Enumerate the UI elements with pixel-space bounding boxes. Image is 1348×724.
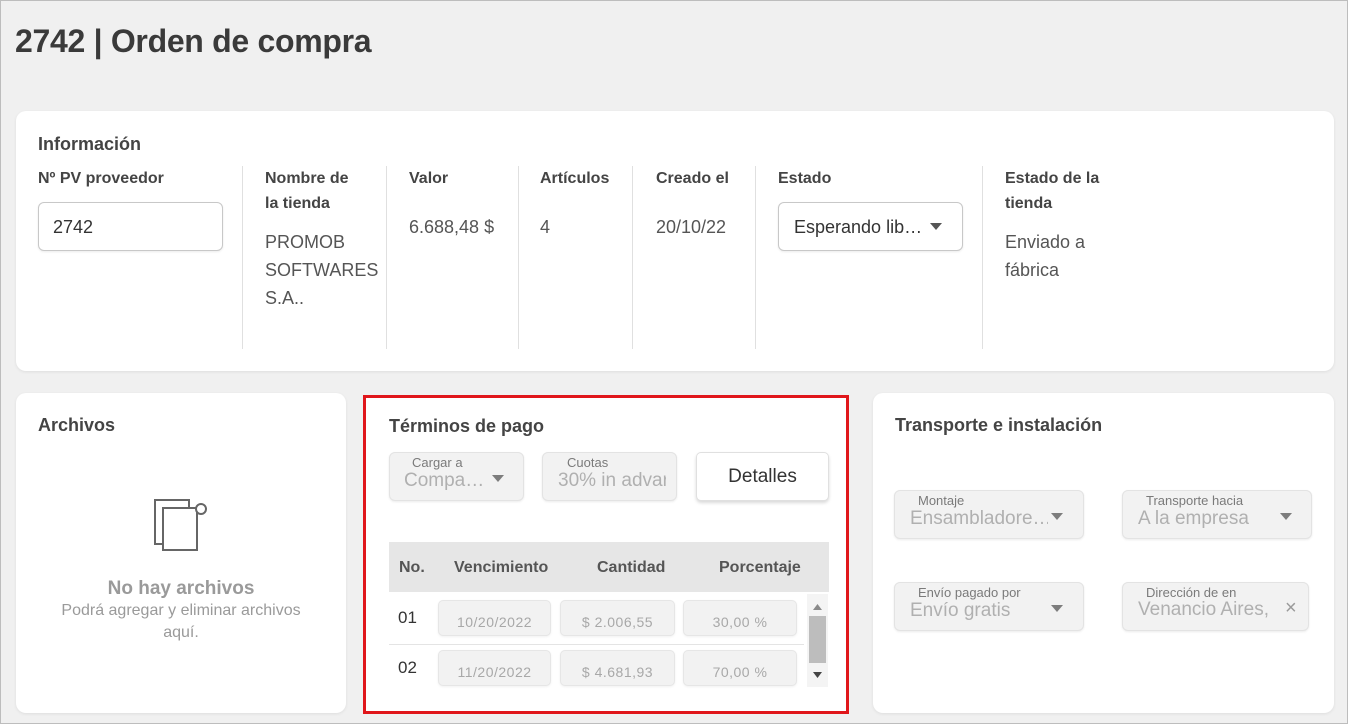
transport-to-label: Transporte hacia — [1146, 493, 1244, 508]
files-card: Archivos No hay archivos Podrá agregar y… — [16, 393, 346, 713]
transport-to-value: A la empresa — [1138, 508, 1249, 529]
row-number: 01 — [398, 608, 417, 627]
chevron-down-icon — [1051, 513, 1063, 520]
percent-field[interactable]: 70,00 % — [683, 650, 797, 686]
empty-files-subtitle-line2: aquí. — [163, 624, 199, 641]
divider — [386, 166, 387, 349]
store-name-value-2: SOFTWARES — [265, 260, 379, 280]
articles-column: Artículos 4 — [540, 166, 609, 349]
address-value: Venancio Aires, — [1138, 599, 1268, 620]
supplier-pv-input[interactable]: 2742 — [38, 202, 223, 251]
supplier-pv-label: Nº PV proveedor — [38, 170, 164, 187]
files-title: Archivos — [38, 415, 116, 435]
created-column: Creado el 20/10/22 — [656, 166, 729, 349]
empty-files-subtitle-line1: Podrá agregar y eliminar archivos — [61, 602, 301, 619]
status-select-value: Esperando lib… — [794, 217, 923, 237]
store-name-value-3: S.A.. — [265, 288, 305, 308]
due-date-field[interactable]: 10/20/2022 — [438, 600, 551, 636]
chevron-down-icon — [930, 223, 942, 230]
column-header-amount: Cantidad — [597, 559, 666, 576]
store-status-label-2: tienda — [1005, 195, 1053, 212]
payment-terms-title: Términos de pago — [389, 416, 545, 436]
column-header-percent: Porcentaje — [719, 559, 801, 576]
divider — [632, 166, 633, 349]
divider — [242, 166, 243, 349]
status-label: Estado — [778, 170, 832, 187]
store-status-label-1: Estado de la — [1005, 170, 1100, 187]
divider — [755, 166, 756, 349]
status-column: Estado — [778, 166, 831, 349]
store-status-value-2: fábrica — [1005, 260, 1060, 280]
column-header-no: No. — [399, 559, 425, 576]
charge-to-select[interactable]: Cargar a Compa… — [389, 452, 524, 501]
chevron-down-icon — [492, 475, 504, 482]
store-status-value-1: Enviado a — [1005, 232, 1086, 252]
amount-column: Valor 6.688,48 $ — [409, 166, 494, 349]
store-name-label-1: Nombre de — [265, 170, 349, 187]
information-title: Información — [38, 134, 142, 154]
empty-files-title: No hay archivos — [107, 578, 255, 599]
clear-icon[interactable]: × — [1285, 597, 1297, 620]
supplier-pv-column: Nº PV proveedor — [38, 166, 164, 349]
installments-table-header: No. Vencimiento Cantidad Porcentaje — [389, 542, 829, 592]
created-label: Creado el — [656, 170, 729, 187]
column-header-due: Vencimiento — [454, 559, 549, 576]
store-status-column: Estado de la tienda Enviado a fábrica — [1005, 166, 1099, 349]
assembly-select[interactable]: Montaje Ensambladore… — [894, 490, 1084, 539]
transport-title: Transporte e instalación — [895, 415, 1103, 435]
amount-field[interactable]: $ 2.006,55 — [560, 600, 675, 636]
information-card: Información Nº PV proveedor 2742 Nombre … — [16, 111, 1334, 371]
assembly-label: Montaje — [918, 493, 965, 508]
store-name-value-1: PROMOB — [265, 232, 346, 252]
created-value: 20/10/22 — [656, 217, 727, 237]
installments-value: 30% in advar — [558, 470, 666, 491]
address-label: Dirección de en — [1146, 585, 1237, 600]
table-scrollbar[interactable] — [807, 594, 828, 687]
amount-label: Valor — [409, 170, 449, 187]
shipping-paid-by-select[interactable]: Envío pagado por Envío gratis — [894, 582, 1084, 631]
chevron-down-icon — [1280, 513, 1292, 520]
divider — [518, 166, 519, 349]
transport-card: Transporte e instalación — [873, 393, 1334, 713]
chevron-down-icon — [1051, 605, 1063, 612]
scrollbar-graphic — [809, 604, 826, 678]
assembly-value: Ensambladore… — [910, 508, 1048, 529]
empty-files-subtitle: Podrá agregar y eliminar archivos aquí. — [46, 600, 316, 644]
percent-field[interactable]: 30,00 % — [683, 600, 797, 636]
row-divider — [389, 644, 804, 645]
amount-field[interactable]: $ 4.681,93 — [560, 650, 675, 686]
address-field[interactable]: Dirección de en Venancio Aires, × — [1122, 582, 1309, 631]
charge-to-label: Cargar a — [412, 455, 463, 470]
articles-value: 4 — [540, 217, 551, 237]
installments-field[interactable]: Cuotas 30% in advar — [542, 452, 677, 501]
charge-to-value: Compa… — [404, 470, 484, 491]
transport-to-select[interactable]: Transporte hacia A la empresa — [1122, 490, 1312, 539]
installments-label: Cuotas — [567, 455, 609, 470]
store-name-column: Nombre de la tienda PROMOB SOFTWARES S.A… — [265, 166, 378, 349]
amount-value: 6.688,48 $ — [409, 217, 495, 237]
status-select[interactable]: Esperando lib… — [778, 202, 963, 251]
shipping-paid-by-label: Envío pagado por — [918, 585, 1021, 600]
due-date-field[interactable]: 11/20/2022 — [438, 650, 551, 686]
articles-label: Artículos — [540, 170, 610, 187]
store-name-label-2: la tienda — [265, 195, 330, 212]
details-button[interactable]: Detalles — [696, 452, 829, 501]
row-number: 02 — [398, 658, 417, 677]
page-title: 2742 | Orden de compra — [15, 23, 372, 59]
shipping-paid-by-value: Envío gratis — [910, 600, 1011, 621]
divider — [982, 166, 983, 349]
empty-files-icon — [154, 499, 207, 551]
